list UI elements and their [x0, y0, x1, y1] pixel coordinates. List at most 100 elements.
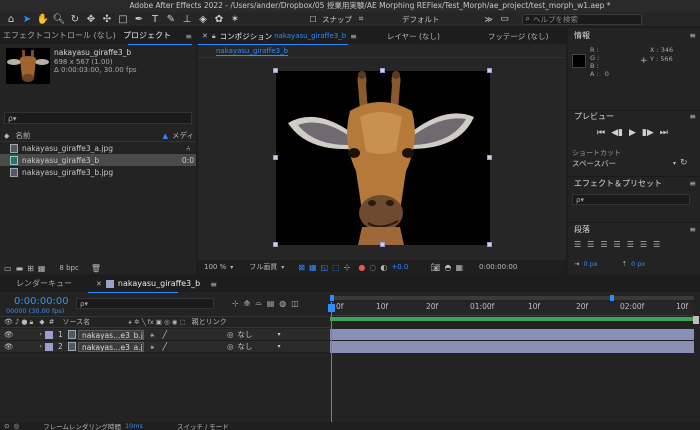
column-parent-link[interactable]: 親とリンク [192, 317, 227, 327]
expand-layer-icon[interactable]: › [40, 331, 42, 338]
shortcut-dropdown[interactable]: スペースバー ▾ [572, 158, 676, 169]
info-menu-icon[interactable]: ≡ [689, 31, 696, 40]
transform-handle-top-left[interactable] [273, 68, 278, 73]
project-item-comp[interactable]: nakayasu_giraffe3_b 0:0 [0, 154, 196, 166]
audio-toggle-icon[interactable]: ♪ [15, 318, 19, 326]
eraser-tool-icon[interactable]: ◈ [196, 12, 210, 26]
transform-handle-middle-right[interactable] [487, 155, 492, 160]
shy-switch-icon[interactable]: ⚹ [150, 342, 155, 352]
composition-flowchart-icon[interactable]: ⊹ [232, 299, 239, 308]
timeline-tab-menu-icon[interactable]: ≡ [210, 280, 217, 289]
transform-handle-bottom-right[interactable] [487, 242, 492, 247]
play-icon[interactable]: ▶ [629, 128, 636, 138]
transform-handle-bottom-center[interactable] [380, 242, 385, 247]
region-of-interest-icon[interactable]: ⬚ [332, 263, 340, 272]
quality-switch-icon[interactable]: ╱ [162, 330, 167, 339]
project-search-field[interactable]: ρ▾ [4, 112, 192, 124]
effects-search-input[interactable]: ρ▾ [576, 196, 584, 204]
type-tool-icon[interactable]: T [148, 12, 162, 26]
comp-frame[interactable] [273, 68, 492, 247]
color-channels-icon[interactable]: ● [358, 263, 365, 272]
effects-search-field[interactable]: ρ▾ [572, 194, 690, 205]
exposure-icon[interactable]: ◐ [380, 263, 387, 272]
comp-subtab[interactable]: nakayasu_giraffe3_b [216, 47, 289, 56]
tab-layer[interactable]: レイヤー (なし) [387, 31, 440, 42]
effects-menu-icon[interactable]: ≡ [689, 179, 696, 188]
navigator-start-handle[interactable] [330, 295, 334, 301]
timeline-timecode[interactable]: 0:00:00:00 [14, 296, 69, 307]
work-area-bar[interactable] [330, 317, 694, 321]
help-search-input[interactable]: ヘルプを検索 [533, 14, 578, 25]
space-before-value[interactable]: 0 px [631, 260, 645, 268]
layer-row[interactable]: 👁︎ › 2 nakayas…e3_a.jpg ⚹ ╱ ◎ なし ▾ [0, 341, 330, 353]
transform-handle-top-right[interactable] [487, 68, 492, 73]
motion-blur-icon[interactable]: ◍ [279, 299, 286, 308]
new-folder-icon[interactable]: ▬ [16, 264, 24, 273]
justify-left-icon[interactable]: ☰ [614, 240, 621, 249]
column-source-name[interactable]: ソース名 [62, 317, 90, 327]
first-frame-icon[interactable]: ⏮ [597, 128, 605, 138]
lock-toggle-icon[interactable]: 🔒︎ [29, 318, 33, 327]
timeline-end-marker[interactable] [693, 316, 699, 324]
interpret-footage-icon[interactable]: ▭ [4, 264, 12, 273]
project-item-image-a[interactable]: nakayasu_giraffe3_a.jpg [0, 142, 196, 154]
frame-blending-icon[interactable]: ▤ [267, 299, 275, 308]
footer-toggle-icon-2[interactable]: ◎ [13, 422, 19, 430]
label-column-icon[interactable]: ◆ [39, 318, 44, 326]
transform-handle-bottom-left[interactable] [273, 242, 278, 247]
rectangle-tool-icon[interactable]: □ [116, 12, 130, 26]
camera-tool-icon[interactable]: ✥ [84, 12, 98, 26]
parent-pickwhip-icon[interactable]: ◎ [227, 330, 234, 339]
tab-effect-controls[interactable]: エフェクトコントロール (なし) [0, 28, 120, 44]
mask-visibility-icon[interactable]: ◱ [321, 263, 329, 272]
flowchart-icon[interactable]: ⑃ [186, 144, 191, 153]
hand-tool-icon[interactable]: ✋ [36, 12, 50, 26]
snap-checkbox[interactable]: ☐ [306, 12, 320, 26]
exposure-value[interactable]: +0.0 [391, 263, 408, 271]
tab-composition-name[interactable]: nakayasu_giraffe3_b [274, 32, 346, 40]
parent-pickwhip-icon[interactable]: ◎ [227, 342, 234, 351]
comp-tab-menu-icon[interactable]: ≡ [350, 32, 357, 41]
timeline-search-field[interactable]: ρ▾ [76, 298, 214, 309]
fast-preview-icon[interactable]: ⊠ [298, 263, 305, 272]
rotate-tool-icon[interactable]: ↻ [68, 12, 82, 26]
show-snapshot-icon[interactable]: ◓ [444, 263, 451, 272]
number-column-icon[interactable]: # [49, 318, 55, 326]
time-navigator[interactable] [330, 295, 694, 301]
adjust-icon[interactable]: ▦ [38, 264, 46, 273]
home-icon[interactable]: ⌂ [4, 12, 18, 26]
time-ruler[interactable]: 0f 10f 20f 01:00f 10f 20f 02:00f 10f [330, 302, 694, 316]
transform-handle-top-center[interactable] [380, 68, 385, 73]
tab-project[interactable]: プロジェクト [120, 28, 174, 44]
footer-toggle-icon[interactable]: ⊙ [4, 422, 9, 430]
close-tab-icon[interactable]: ✕ [202, 32, 208, 40]
trash-icon[interactable]: 🗑︎ [91, 264, 101, 273]
last-frame-icon[interactable]: ⏭ [660, 128, 668, 138]
indent-left-value[interactable]: 0 px [583, 260, 597, 268]
navigator-end-handle[interactable] [610, 295, 614, 301]
layer-row[interactable]: 👁︎ › 1 nakayas…e3_b.jpg ⚹ ╱ ◎ なし ▾ [0, 329, 330, 341]
comp-canvas-area[interactable] [198, 59, 566, 259]
previous-frame-icon[interactable]: ◀▮ [611, 128, 623, 138]
switch-column-icons[interactable]: ⚹ ✲ ╲ fx ▣ ◎ ◉ ⬚ [128, 318, 185, 327]
color-management-icon[interactable]: ◌ [369, 263, 376, 272]
quality-dropdown[interactable]: フル画質 [249, 262, 277, 272]
footer-switch-mode[interactable]: スイッチ / モード [177, 421, 229, 430]
roto-tool-icon[interactable]: ✿ [212, 12, 226, 26]
pen-tool-icon[interactable]: ✒ [132, 12, 146, 26]
workspace-label[interactable]: デフォルト [402, 14, 440, 25]
tab-render-queue[interactable]: レンダーキュー [0, 276, 80, 292]
zoom-dropdown[interactable]: 100 % [204, 263, 226, 271]
brush-tool-icon[interactable]: ✎ [164, 12, 178, 26]
align-left-icon[interactable]: ☰ [574, 240, 581, 249]
project-item-image-b[interactable]: nakayasu_giraffe3_b.jpg [0, 166, 196, 178]
quality-switch-icon[interactable]: ╱ [162, 342, 167, 351]
align-right-icon[interactable]: ☰ [600, 240, 607, 249]
align-center-icon[interactable]: ☰ [587, 240, 594, 249]
layer-label-color[interactable] [44, 342, 53, 351]
parent-dropdown[interactable]: なし [238, 329, 278, 340]
video-toggle-icon[interactable]: 👁︎ [4, 318, 13, 326]
layer-source-name[interactable]: nakayas…e3_b.jpg [77, 329, 144, 340]
video-visible-icon[interactable]: 👁︎ [4, 330, 14, 339]
pan-behind-tool-icon[interactable]: ✣ [100, 12, 114, 26]
